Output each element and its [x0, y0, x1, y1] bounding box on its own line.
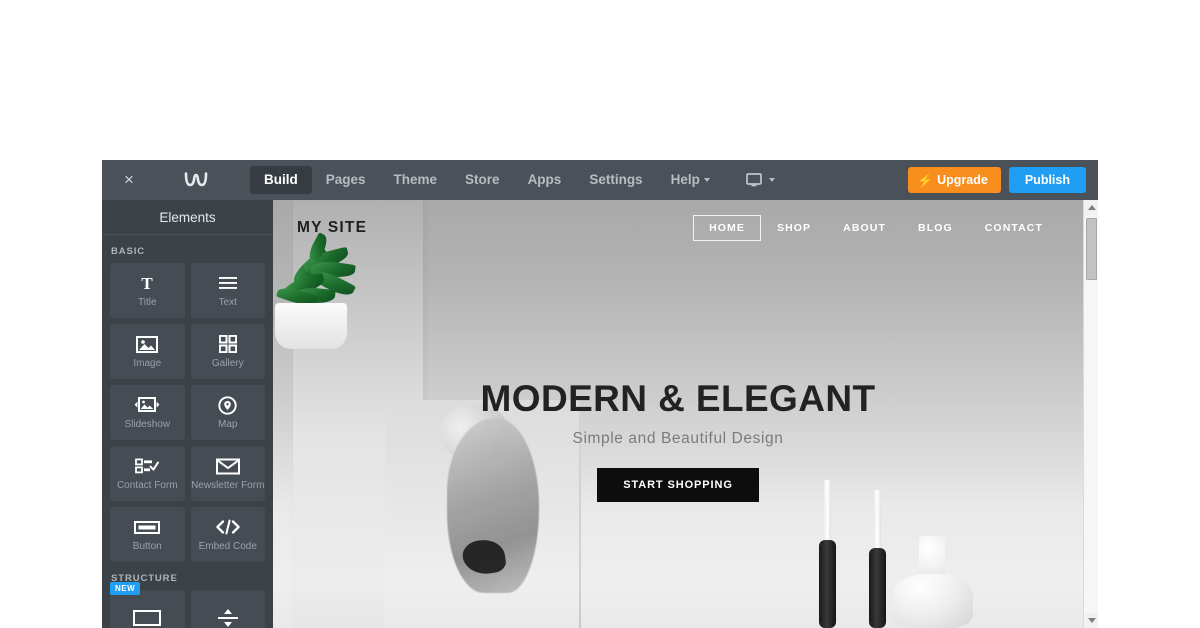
- main-menu-tabs: Build Pages Theme Store Apps Settings He…: [250, 160, 783, 200]
- hero-section: MODERN & ELEGANT Simple and Beautiful De…: [273, 378, 1083, 502]
- element-slideshow[interactable]: Slideshow: [110, 385, 185, 440]
- upgrade-button[interactable]: ⚡ Upgrade: [907, 167, 1001, 193]
- sidebar-basic-grid: T Title Text Image Gallery Slideshow Map…: [102, 263, 273, 562]
- section-rect-icon: [133, 608, 162, 628]
- tab-help[interactable]: Help: [657, 166, 724, 194]
- lightning-bolt-icon: ⚡: [916, 172, 934, 188]
- element-text-label: Text: [218, 297, 237, 308]
- element-embed-code-label: Embed Code: [198, 541, 257, 552]
- element-newsletter-form-label: Newsletter Form: [191, 480, 265, 491]
- weebly-logo-icon[interactable]: [176, 160, 216, 200]
- sidebar-title: Elements: [102, 200, 273, 235]
- grid-four-squares-icon: [218, 334, 237, 354]
- caret-down-icon: [1087, 618, 1096, 623]
- chevron-down-icon: [703, 178, 710, 182]
- upgrade-button-label: Upgrade: [937, 173, 988, 187]
- map-pin-circle-icon: [218, 395, 237, 415]
- element-image-label: Image: [133, 358, 162, 369]
- site-logo[interactable]: MY SITE: [297, 219, 367, 237]
- form-checkmark-icon: [135, 456, 160, 476]
- envelope-icon: [215, 456, 240, 476]
- scroll-down-button[interactable]: [1084, 613, 1098, 628]
- element-button-label: Button: [132, 541, 162, 552]
- element-text[interactable]: Text: [190, 263, 265, 318]
- topbar-actions: ⚡ Upgrade Publish: [907, 167, 1098, 193]
- hero-cta-button[interactable]: START SHOPPING: [597, 468, 759, 502]
- tab-theme[interactable]: Theme: [380, 166, 452, 194]
- site-nav-blog[interactable]: BLOG: [902, 215, 969, 241]
- tab-store[interactable]: Store: [451, 166, 514, 194]
- close-icon[interactable]: ×: [110, 160, 148, 200]
- editor-window: × Build Pages Theme Store Apps Settings …: [102, 160, 1098, 628]
- chevron-down-icon: [768, 178, 775, 182]
- sidebar-section-basic-label: BASIC: [111, 246, 146, 257]
- button-rect-icon: [134, 517, 161, 537]
- tab-apps[interactable]: Apps: [514, 166, 576, 194]
- element-gallery-label: Gallery: [211, 358, 244, 369]
- svg-text:T: T: [142, 274, 154, 292]
- site-nav-home[interactable]: HOME: [693, 215, 761, 241]
- tab-pages[interactable]: Pages: [312, 166, 380, 194]
- device-preview-switcher[interactable]: [738, 169, 783, 191]
- caret-up-icon: [1087, 205, 1096, 210]
- site-nav: HOME SHOP ABOUT BLOG CONTACT: [693, 215, 1059, 241]
- tab-settings[interactable]: Settings: [575, 166, 656, 194]
- site-nav-about[interactable]: ABOUT: [827, 215, 902, 241]
- canvas-scrollbar[interactable]: [1083, 200, 1098, 628]
- site-nav-contact[interactable]: CONTACT: [969, 215, 1059, 241]
- element-image[interactable]: Image: [110, 324, 185, 379]
- elements-sidebar: Elements BASIC T Title Text Image Galler…: [102, 200, 273, 628]
- element-title[interactable]: T Title: [110, 263, 185, 318]
- tab-build[interactable]: Build: [250, 166, 312, 194]
- tab-help-label: Help: [670, 172, 700, 187]
- site-preview: MY SITE HOME SHOP ABOUT BLOG CONTACT MOD…: [273, 200, 1083, 628]
- code-brackets-icon: [215, 517, 241, 537]
- site-nav-shop[interactable]: SHOP: [761, 215, 827, 241]
- scrollbar-thumb[interactable]: [1086, 218, 1097, 280]
- scroll-up-button[interactable]: [1084, 200, 1098, 215]
- site-header: MY SITE HOME SHOP ABOUT BLOG CONTACT: [273, 200, 1083, 256]
- scene-floor-shadow: [273, 582, 1083, 628]
- sidebar-structure-grid: NEW: [102, 582, 273, 628]
- spacer-arrows-icon: [217, 608, 239, 628]
- element-slideshow-label: Slideshow: [124, 419, 171, 430]
- site-preview-canvas: MY SITE HOME SHOP ABOUT BLOG CONTACT MOD…: [273, 200, 1098, 628]
- editor-topbar: × Build Pages Theme Store Apps Settings …: [102, 160, 1098, 200]
- element-title-label: Title: [137, 297, 157, 308]
- hero-subtitle[interactable]: Simple and Beautiful Design: [573, 430, 784, 448]
- new-badge: NEW: [110, 582, 141, 595]
- element-map-label: Map: [218, 419, 238, 430]
- slideshow-arrows-icon: [134, 395, 160, 415]
- element-newsletter-form[interactable]: Newsletter Form: [190, 446, 265, 501]
- scene-plant-pot: [275, 303, 347, 349]
- text-lines-icon: [218, 273, 238, 293]
- element-button[interactable]: Button: [110, 507, 185, 562]
- element-embed-code[interactable]: Embed Code: [190, 507, 265, 562]
- element-gallery[interactable]: Gallery: [190, 324, 265, 379]
- element-section[interactable]: NEW: [110, 582, 185, 628]
- serif-t-icon: T: [138, 273, 156, 293]
- hero-title[interactable]: MODERN & ELEGANT: [481, 378, 876, 420]
- element-contact-form-label: Contact Form: [116, 480, 178, 491]
- desktop-monitor-icon: [745, 173, 762, 187]
- image-frame-icon: [136, 334, 159, 354]
- element-contact-form[interactable]: Contact Form: [110, 446, 185, 501]
- element-map[interactable]: Map: [190, 385, 265, 440]
- publish-button[interactable]: Publish: [1008, 167, 1086, 193]
- element-spacer[interactable]: [190, 590, 265, 628]
